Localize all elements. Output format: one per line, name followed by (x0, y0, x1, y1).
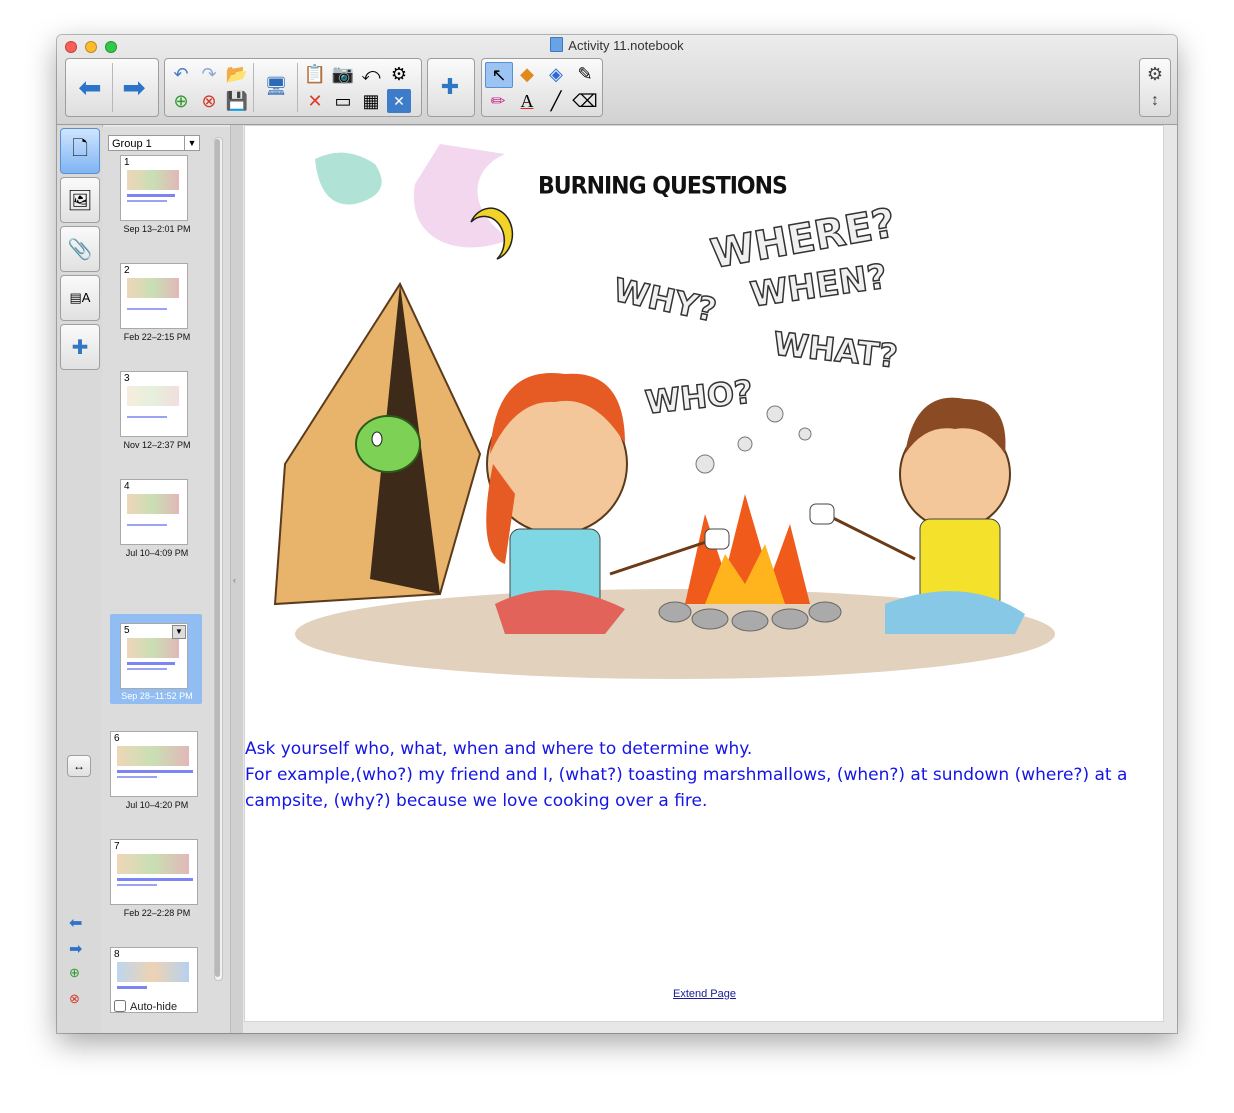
double-arrow-icon: ↔ (73, 759, 85, 773)
page-label: Jul 10–4:20 PM (125, 800, 189, 810)
add-page-icon[interactable]: ⊕ (69, 965, 80, 981)
page-thumbnail-selected[interactable]: 5 ▼ (120, 623, 188, 689)
campfire-illustration (273, 144, 1055, 679)
group-select[interactable]: Group 1 ▼ (108, 135, 200, 151)
line-icon[interactable]: ╱ (543, 89, 569, 113)
extend-page-link[interactable]: Extend Page (673, 988, 736, 1000)
page-icon: 🗋 (71, 138, 89, 160)
delete-page-icon[interactable]: ⊗ (197, 89, 221, 113)
caption-line-2: For example,(who?) my friend and I, (wha… (245, 765, 1128, 811)
page-label: Feb 22–2:15 PM (123, 332, 191, 342)
text-icon[interactable]: A (514, 89, 540, 113)
autohide-checkbox[interactable] (114, 1000, 126, 1012)
page-label: Sep 28–11:52 PM (121, 691, 193, 701)
gallery-tab[interactable]: 🖼 (60, 177, 100, 223)
page-label: Nov 12–2:37 PM (123, 440, 191, 450)
page-thumbnail[interactable]: 7 (110, 839, 198, 905)
undo-icon[interactable]: ↶ (169, 62, 193, 86)
table-icon[interactable]: ▦ (359, 89, 383, 113)
addons-toolbar-group: ✚ (427, 58, 475, 117)
next-page-icon[interactable]: ➡ (69, 939, 82, 959)
window-title-text: Activity 11.notebook (568, 38, 684, 53)
edit-toolbar-group: ↶ ↷ 📂 ⊕ ⊗ 💾 🖥 📋 📷 ⤺ ⚙ ✕ ▭ ▦ ✕ (164, 58, 422, 117)
add-page-icon[interactable]: ⊕ (169, 89, 193, 113)
page-thumbnail[interactable]: 1 (120, 155, 188, 221)
addons-tab[interactable]: ✚ (60, 324, 100, 370)
page-label: Sep 13–2:01 PM (123, 224, 191, 234)
page-caption[interactable]: Ask yourself who, what, when and where t… (245, 736, 1145, 814)
shapes-icon[interactable]: ◆ (514, 62, 540, 86)
picture-icon: 🖼 (67, 189, 93, 212)
toolbar-position-icon[interactable]: ↕ (1142, 89, 1168, 113)
drawing-toolbar-group: ↖ ◆ ◈ ✎ ✏ A ╱ ⌫ (481, 58, 603, 117)
autohide-toggle[interactable]: Auto-hide (114, 1000, 177, 1013)
titlebar: Activity 11.notebook ⬅ ➡ ↶ ↷ 📂 ⊕ ⊗ 💾 🖥 📋… (57, 35, 1177, 125)
page-sorter: Group 1 ▼ 1 Sep 13–2:01 PM 2 Feb 22–2:15 … (102, 127, 230, 1033)
redo-icon[interactable]: ↷ (197, 62, 221, 86)
settings-toolbar-group: ⚙ ↕ (1139, 58, 1171, 117)
previous-page-icon[interactable]: ⬅ (69, 913, 82, 933)
paperclip-icon: 📎 (67, 238, 93, 261)
illustration-title: BURNING QUESTIONS (538, 172, 788, 201)
delete-icon[interactable]: ✕ (303, 89, 327, 113)
gear-icon[interactable]: ⚙ (1142, 62, 1168, 86)
document-icon (550, 37, 564, 52)
attachments-tab[interactable]: 📎 (60, 226, 100, 272)
save-icon[interactable]: 💾 (225, 89, 249, 113)
paste-icon[interactable]: 📋 (303, 62, 327, 86)
caption-line-1: Ask yourself who, what, when and where t… (245, 739, 753, 759)
previous-page-button[interactable]: ⬅ (70, 63, 110, 111)
display-mode-icon[interactable]: ⤺ (359, 62, 383, 86)
app-window: Activity 11.notebook ⬅ ➡ ↶ ↷ 📂 ⊕ ⊗ 💾 🖥 📋… (57, 35, 1177, 1033)
page-sorter-tab[interactable]: 🗋 (60, 128, 100, 174)
side-tabs: 🗋 🖼 📎 ▤A ✚ ↔ ⬅ ➡ ⊕ ⊗ (57, 125, 103, 1033)
collapse-handle-icon[interactable]: ‹ (233, 575, 236, 585)
page-thumbnail[interactable]: 3 (120, 371, 188, 437)
page-label: Jul 10–4:09 PM (125, 548, 189, 558)
delete-page-icon[interactable]: ⊗ (69, 991, 80, 1007)
autohide-label: Auto-hide (130, 1001, 178, 1013)
page-thumbnail[interactable]: 2 (120, 263, 188, 329)
puzzle-icon[interactable]: ✚ (434, 71, 466, 103)
puzzle-icon: ✚ (71, 336, 89, 359)
eraser-icon[interactable]: ⌫ (572, 89, 598, 113)
page-label: Feb 22–2:28 PM (123, 908, 191, 918)
next-page-button[interactable]: ➡ (114, 63, 154, 111)
magic-pen-icon[interactable]: ✎ (572, 62, 598, 86)
page-thumbnail[interactable]: 4 (120, 479, 188, 545)
chevron-down-icon: ▼ (184, 136, 199, 150)
chevron-down-icon[interactable]: ▼ (172, 625, 186, 639)
panel-divider[interactable]: ‹ (230, 125, 243, 1033)
properties-tab[interactable]: ▤A (60, 275, 100, 321)
screen-capture-icon[interactable]: 📷 (331, 62, 355, 86)
nav-toolbar-group: ⬅ ➡ (65, 58, 159, 117)
page-thumbnail[interactable]: 6 (110, 731, 198, 797)
window-title: Activity 11.notebook (57, 37, 1177, 53)
notebook-page[interactable]: BURNING QUESTIONS WHERE? WHEN? WHY? WHAT… (244, 125, 1164, 1022)
open-folder-icon[interactable]: 📂 (225, 62, 249, 86)
properties-icon: ▤A (69, 290, 91, 305)
fill-icon[interactable]: ◈ (543, 62, 569, 86)
screen-icon[interactable]: ▭ (331, 89, 355, 113)
close-x-icon[interactable]: ✕ (387, 89, 411, 113)
screen-shade-icon[interactable]: 🖥 (259, 69, 293, 103)
properties-icon[interactable]: ⚙ (387, 62, 411, 86)
sorter-scroll-thumb[interactable] (215, 139, 220, 977)
select-arrow-icon[interactable]: ↖ (485, 62, 513, 88)
pens-icon[interactable]: ✏ (485, 89, 511, 113)
expand-sidebar-button[interactable]: ↔ (67, 755, 91, 777)
